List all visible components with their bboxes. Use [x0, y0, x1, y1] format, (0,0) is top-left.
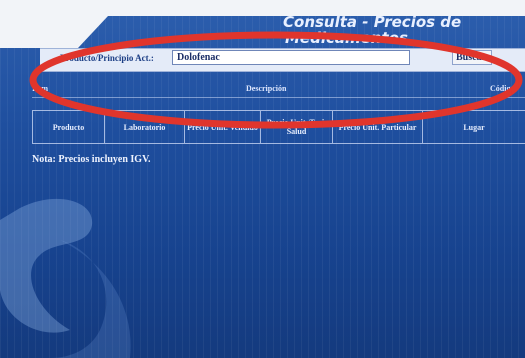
search-input[interactable]: [172, 50, 410, 65]
results-col-item: Item: [32, 84, 48, 93]
page-title-line2: Medicamentos.: [285, 29, 414, 47]
results-divider: [32, 97, 525, 98]
product-label: Producto/Principio Act.:: [60, 53, 154, 63]
price-table-header: Producto Laboratorio Precio Unit. Vendid…: [32, 110, 525, 144]
page-title-line1: Consulta - Precios de: [283, 13, 462, 31]
results-col-description: Descripción: [246, 84, 287, 93]
logo-swirl: [0, 198, 131, 358]
results-col-code: Código: [490, 84, 515, 93]
page-title: Consulta - Precios de Medicamentos.: [283, 14, 523, 46]
search-button[interactable]: Buscar: [452, 50, 492, 65]
price-col-precio-vendido: Precio Unit. Vendido: [185, 111, 261, 143]
price-col-precio-particular: Precio Unit. Particular: [333, 111, 423, 143]
header-wedge: [0, 16, 108, 48]
price-col-lugar: Lugar: [423, 111, 525, 143]
price-col-laboratorio: Laboratorio: [105, 111, 185, 143]
screen: Consulta - Precios de Medicamentos. Prod…: [0, 0, 525, 358]
price-note: Nota: Precios incluyen IGV.: [32, 154, 151, 165]
price-col-producto: Producto: [33, 111, 105, 143]
price-col-precio-tarjeta: Precio Unit. Tarj. Salud: [261, 111, 333, 143]
